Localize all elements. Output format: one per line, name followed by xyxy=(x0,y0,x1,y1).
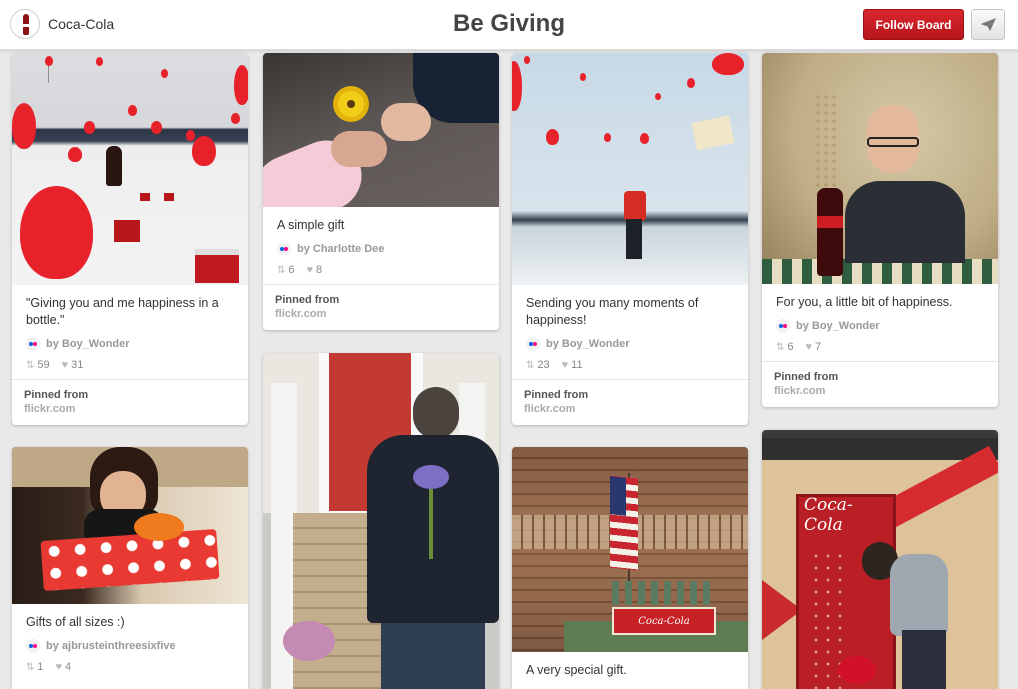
repin-icon: ⇅ xyxy=(26,359,34,371)
heart-icon: ♥ xyxy=(306,264,314,276)
pinner-name[interactable]: by Boy_Wonder xyxy=(546,338,630,350)
heart-icon: ♥ xyxy=(61,359,69,371)
pin-stats: ⇅ 23 ♥ 11 xyxy=(526,359,734,371)
repin-count: 6 xyxy=(288,264,295,276)
pinner-name[interactable]: by Charlotte Dee xyxy=(297,243,384,255)
pin-source[interactable]: Pinned from flickr.com xyxy=(762,361,998,407)
pin-description: For you, a little bit of happiness. xyxy=(776,295,953,309)
source-domain[interactable]: flickr.com xyxy=(275,308,487,320)
pin-card[interactable]: Sending you many moments of happiness! b… xyxy=(512,53,748,425)
like-count: 31 xyxy=(71,359,84,371)
pinner-link[interactable]: by Boy_Wonder xyxy=(776,319,984,333)
flickr-icon xyxy=(26,639,40,653)
repin-icon: ⇅ xyxy=(776,341,784,353)
pin-stats: ⇅ 1 ♥ 4 xyxy=(26,661,234,673)
pin-description: "Giving you and me happiness in a bottle… xyxy=(26,296,219,327)
repin-count: 1 xyxy=(37,661,44,673)
send-button[interactable] xyxy=(971,9,1005,40)
pin-card[interactable]: Coca-Cola A very special gift. xyxy=(512,447,748,689)
pinned-from-label: Pinned from xyxy=(774,371,839,383)
flickr-icon xyxy=(526,337,540,351)
pinner-link[interactable]: by Boy_Wonder xyxy=(26,337,234,351)
pin-image[interactable] xyxy=(263,53,499,207)
like-count: 4 xyxy=(65,661,72,673)
repin-count: 23 xyxy=(537,359,550,371)
pin-image[interactable]: Coca-Cola xyxy=(512,447,748,652)
board-header: Coca-Cola Be Giving Follow Board xyxy=(0,0,1018,50)
pin-description: Gifts of all sizes :) xyxy=(26,615,125,629)
pin-card[interactable]: "Giving you and me happiness in a bottle… xyxy=(12,53,248,425)
repin-icon: ⇅ xyxy=(26,661,34,673)
pin-source[interactable]: Pinned from flickr.com xyxy=(512,379,748,425)
repin-icon: ⇅ xyxy=(277,264,285,276)
flickr-icon xyxy=(277,242,291,256)
brand-link[interactable]: Coca-Cola xyxy=(10,9,114,39)
flickr-icon xyxy=(26,337,40,351)
send-icon xyxy=(980,18,996,31)
pin-stats: ⇅ 6 ♥ 8 xyxy=(277,264,485,276)
pin-description: Sending you many moments of happiness! xyxy=(526,296,699,327)
pinner-link[interactable]: by Boy_Wonder xyxy=(526,337,734,351)
pinned-from-label: Pinned from xyxy=(524,389,589,401)
pinned-from-label: Pinned from xyxy=(275,294,340,306)
pinner-link[interactable]: by Charlotte Dee xyxy=(277,242,485,256)
pin-card[interactable]: A simple gift by Charlotte Dee ⇅ 6 ♥ 8 P… xyxy=(263,53,499,330)
pinned-from-label: Pinned from xyxy=(24,389,89,401)
pin-image[interactable] xyxy=(263,353,499,689)
pin-image[interactable] xyxy=(12,447,248,604)
pin-description: A simple gift xyxy=(277,218,345,232)
pin-description: A very special gift. xyxy=(526,663,627,677)
pinner-name[interactable]: by Boy_Wonder xyxy=(46,338,130,350)
pinner-name[interactable]: by Boy_Wonder xyxy=(796,320,880,332)
heart-icon: ♥ xyxy=(561,359,569,371)
heart-icon: ♥ xyxy=(55,661,63,673)
follow-board-button[interactable]: Follow Board xyxy=(863,9,964,40)
pinner-name[interactable]: by ajbrusteinthreesixfive xyxy=(46,640,176,652)
pin-source[interactable]: Pinned from flickr.com xyxy=(12,379,248,425)
pin-stats: ⇅ 59 ♥ 31 xyxy=(26,359,234,371)
source-domain[interactable]: flickr.com xyxy=(524,403,736,415)
repin-icon: ⇅ xyxy=(526,359,534,371)
source-domain[interactable]: flickr.com xyxy=(24,403,236,415)
pin-card[interactable] xyxy=(263,353,499,689)
brand-name[interactable]: Coca-Cola xyxy=(48,16,114,32)
coca-cola-logo: Coca-Cola xyxy=(612,607,716,635)
repin-count: 6 xyxy=(787,341,794,353)
pin-image[interactable]: Coca-Cola xyxy=(762,430,998,689)
pin-image[interactable] xyxy=(762,53,998,284)
heart-icon: ♥ xyxy=(805,341,813,353)
source-domain[interactable]: flickr.com xyxy=(774,385,986,397)
pin-image[interactable] xyxy=(12,53,248,285)
avatar[interactable] xyxy=(10,9,40,39)
pin-source[interactable]: Pinned from flickr.com xyxy=(263,284,499,330)
flickr-icon xyxy=(776,319,790,333)
pin-card[interactable]: For you, a little bit of happiness. by B… xyxy=(762,53,998,407)
pin-card[interactable]: Coca-Cola xyxy=(762,430,998,689)
pin-image[interactable] xyxy=(512,53,748,285)
repin-count: 59 xyxy=(37,359,50,371)
like-count: 8 xyxy=(316,264,323,276)
coca-cola-logo: Coca-Cola xyxy=(804,495,853,535)
like-count: 7 xyxy=(815,341,822,353)
pinner-link[interactable]: by ajbrusteinthreesixfive xyxy=(26,639,234,653)
pin-stats: ⇅ 6 ♥ 7 xyxy=(776,341,984,353)
pin-card[interactable]: Gifts of all sizes :) by ajbrusteinthree… xyxy=(12,447,248,689)
like-count: 11 xyxy=(571,359,583,371)
